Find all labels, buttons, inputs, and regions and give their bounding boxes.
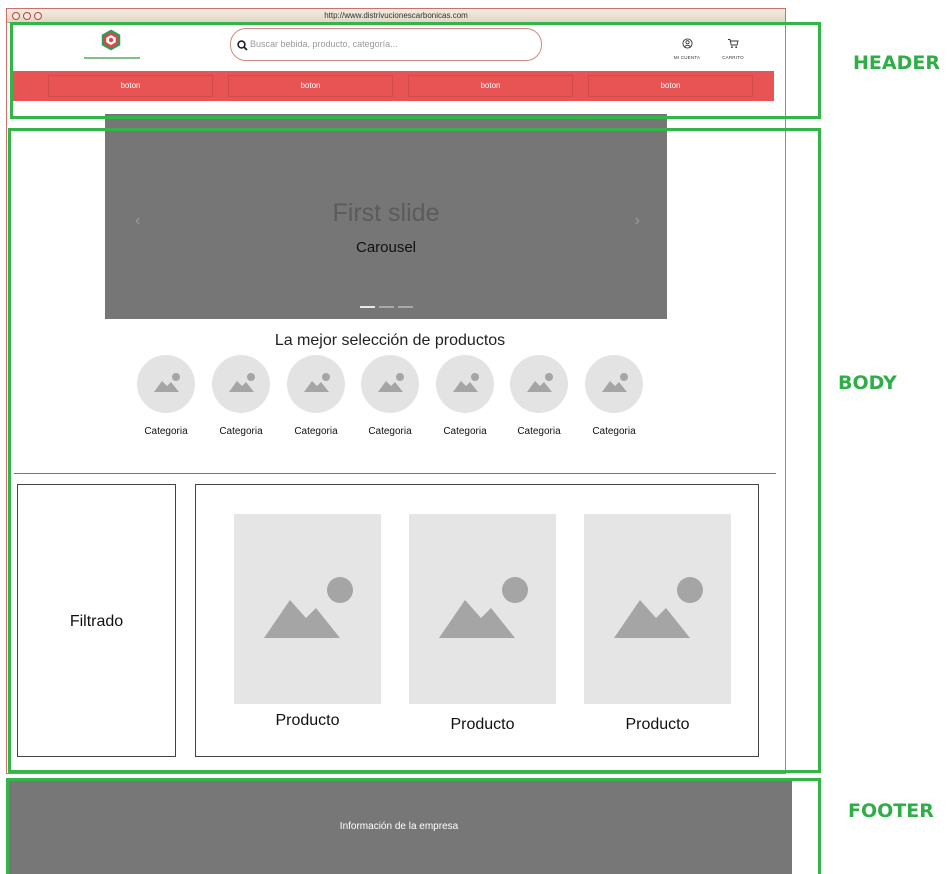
browser-titlebar: http://www.distrivucionescarbonicas.com	[7, 9, 785, 23]
footer-zone-box	[6, 778, 821, 874]
footer-annotation: FOOTER	[848, 800, 934, 822]
header-zone-box	[10, 22, 821, 119]
body-annotation: BODY	[838, 372, 897, 394]
header-annotation: HEADER	[853, 52, 940, 74]
body-zone-box	[8, 128, 821, 773]
address-bar[interactable]: http://www.distrivucionescarbonicas.com	[7, 9, 785, 22]
